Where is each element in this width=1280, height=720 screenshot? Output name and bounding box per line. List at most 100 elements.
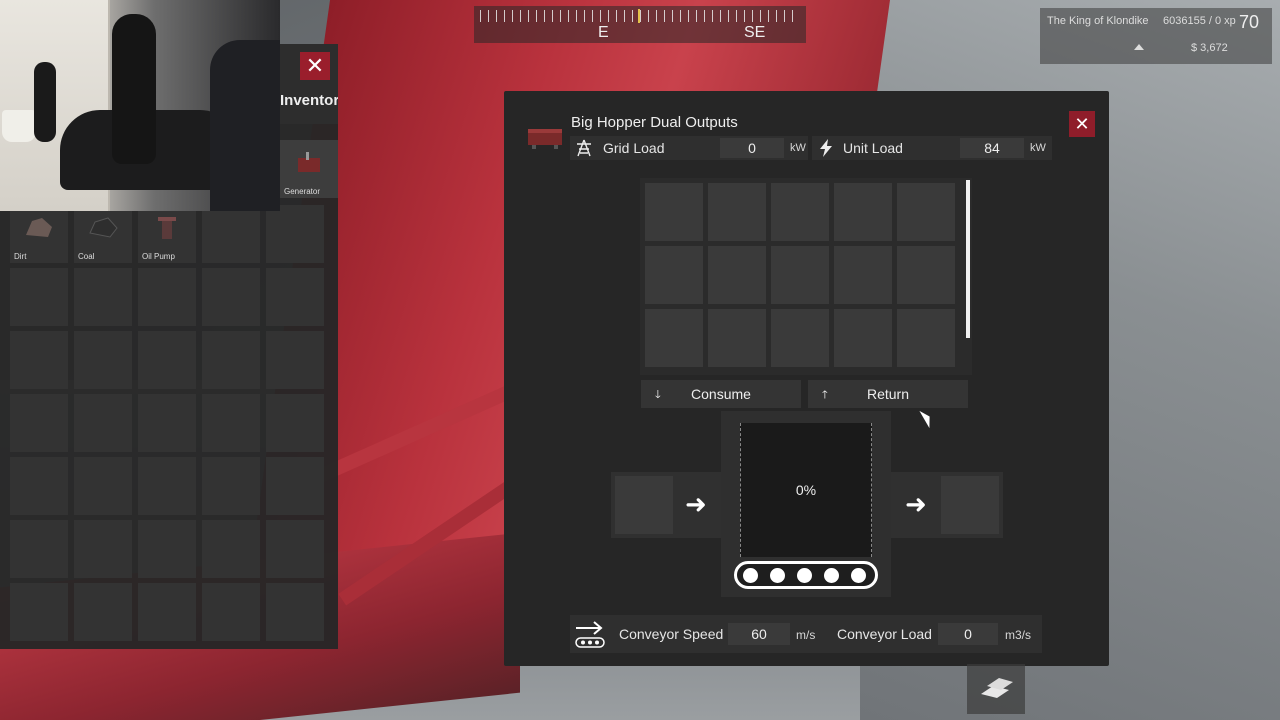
conveyor-speed-label: Conveyor Speed	[619, 626, 724, 642]
inventory-slot[interactable]	[138, 331, 196, 389]
storage-slot[interactable]	[771, 246, 829, 304]
inventory-slot[interactable]	[74, 520, 132, 578]
inventory-slot-generator[interactable]: Generator	[280, 140, 338, 198]
consume-button-label: Consume	[691, 386, 751, 402]
storage-slot[interactable]	[708, 246, 766, 304]
belt-roller	[797, 568, 812, 583]
storage-slot[interactable]	[708, 309, 766, 367]
output-conveyor: ➜	[891, 472, 1003, 538]
conveyor-speed-value: 60	[728, 623, 790, 645]
inventory-slot[interactable]	[202, 457, 260, 515]
inventory-slot[interactable]	[202, 205, 260, 263]
inventory-slot[interactable]	[10, 520, 68, 578]
player-hud: The King of Klondike 6036155 / 0 xp 70 $…	[1040, 8, 1272, 64]
storage-slot[interactable]	[834, 309, 892, 367]
conveyor-stats-row: Conveyor Speed 60 m/s Conveyor Load 0 m3…	[570, 615, 1042, 653]
inventory-slot[interactable]	[266, 583, 324, 641]
inventory-slot[interactable]	[74, 583, 132, 641]
inventory-slot[interactable]	[266, 331, 324, 389]
storage-grid	[640, 178, 972, 375]
inventory-slot[interactable]	[74, 331, 132, 389]
inventory-slot[interactable]	[266, 520, 324, 578]
compass-label-se: SE	[744, 24, 766, 41]
unit-load-unit: kW	[1030, 142, 1046, 154]
inventory-slot[interactable]	[202, 394, 260, 452]
conveyor-load-value: 0	[938, 623, 998, 645]
compass: E SE	[474, 6, 806, 43]
grid-load-row: Grid Load 0 kW	[570, 136, 808, 160]
hopper-icon	[528, 129, 562, 149]
inventory-slot-oil-pump[interactable]: 4 Oil Pump	[138, 205, 196, 263]
inventory-slot[interactable]	[266, 268, 324, 326]
return-button-label: Return	[866, 386, 910, 402]
inventory-slot[interactable]	[202, 331, 260, 389]
inventory-item-name: Dirt	[14, 252, 27, 261]
consume-button[interactable]: 🡓 Consume	[641, 380, 801, 408]
output-slot[interactable]	[941, 476, 999, 534]
belt-roller	[743, 568, 758, 583]
storage-slot[interactable]	[897, 309, 955, 367]
inventory-slot[interactable]	[10, 457, 68, 515]
inventory-item-name: Generator	[284, 187, 321, 196]
oil-pump-icon	[158, 217, 176, 239]
coal-icon	[89, 217, 118, 238]
dirt-icon	[26, 218, 52, 237]
inventory-item-name: Coal	[78, 252, 95, 261]
inventory-slot[interactable]	[138, 394, 196, 452]
inventory-slot[interactable]	[138, 583, 196, 641]
compass-ticks	[480, 10, 800, 22]
conveyor-icon	[575, 621, 605, 648]
grid-load-value: 0	[720, 138, 784, 158]
player-xp: 6036155 / 0 xp	[1163, 15, 1236, 27]
unit-load-value: 84	[960, 138, 1024, 158]
inventory-slot[interactable]	[74, 394, 132, 452]
power-pylon-icon	[577, 139, 591, 157]
generator-icon	[298, 152, 320, 172]
storage-scrollbar[interactable]	[966, 180, 970, 338]
belt-roller	[851, 568, 866, 583]
inventory-slot[interactable]	[10, 583, 68, 641]
storage-slot[interactable]	[708, 183, 766, 241]
hopper-window: Big Hopper Dual Outputs ✕ Grid Load 0 kW…	[504, 91, 1109, 666]
hotbar-slot[interactable]	[967, 664, 1025, 714]
inventory-slot[interactable]	[266, 394, 324, 452]
storage-slot[interactable]	[645, 183, 703, 241]
storage-slot[interactable]	[897, 246, 955, 304]
lightning-icon	[820, 139, 832, 157]
inventory-item-name: Oil Pump	[142, 252, 175, 261]
storage-slot[interactable]	[834, 183, 892, 241]
storage-slot[interactable]	[834, 246, 892, 304]
inventory-slot[interactable]	[202, 583, 260, 641]
inventory-slot[interactable]	[138, 268, 196, 326]
grid-load-unit: kW	[790, 142, 806, 154]
inventory-title: Inventory	[280, 92, 338, 109]
player-money: $ 3,672	[1191, 42, 1228, 54]
arrow-right-icon: ➜	[685, 489, 707, 519]
inventory-slot-coal[interactable]: 3 Coal	[74, 205, 132, 263]
money-pile-icon	[1134, 44, 1144, 50]
inventory-slot-dirt[interactable]: 12 Dirt	[10, 205, 68, 263]
inventory-close-button[interactable]: ✕	[300, 52, 330, 80]
storage-slot[interactable]	[897, 183, 955, 241]
storage-slot[interactable]	[645, 246, 703, 304]
inventory-slot[interactable]	[10, 268, 68, 326]
inventory-slot[interactable]	[138, 520, 196, 578]
storage-slot[interactable]	[645, 309, 703, 367]
inventory-slot[interactable]	[138, 457, 196, 515]
inventory-slot[interactable]	[74, 457, 132, 515]
inventory-slot[interactable]	[202, 520, 260, 578]
inventory-slot[interactable]	[10, 331, 68, 389]
storage-slot[interactable]	[771, 309, 829, 367]
inventory-slot[interactable]	[266, 457, 324, 515]
inventory-slot[interactable]	[202, 268, 260, 326]
return-button[interactable]: 🡑 Return	[808, 380, 968, 408]
storage-slot[interactable]	[771, 183, 829, 241]
player-name: The King of Klondike	[1047, 15, 1149, 27]
window-close-button[interactable]: ✕	[1069, 111, 1095, 137]
unit-load-row: Unit Load 84 kW	[812, 136, 1052, 160]
inventory-slot[interactable]	[74, 268, 132, 326]
inventory-slot[interactable]	[266, 205, 324, 263]
inventory-slot[interactable]	[10, 394, 68, 452]
conveyor-load-label: Conveyor Load	[837, 626, 932, 642]
input-slot[interactable]	[615, 476, 673, 534]
